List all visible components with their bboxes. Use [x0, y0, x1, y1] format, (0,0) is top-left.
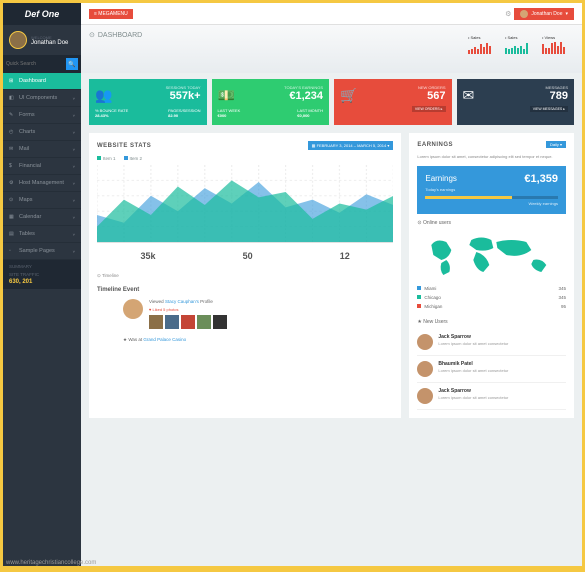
- sparkline: • Sales: [468, 35, 500, 54]
- avatar: [417, 334, 433, 350]
- timeline-toggle[interactable]: ⊙ Timeline: [97, 273, 393, 279]
- sidebar-item-ui-components[interactable]: ◧UI Components˅: [3, 90, 81, 107]
- avatar: [123, 299, 143, 319]
- place-link[interactable]: Grand Palace Casino: [143, 337, 186, 342]
- world-map[interactable]: [417, 230, 566, 280]
- sparkline: • Views: [542, 35, 574, 54]
- search-button[interactable]: 🔍: [66, 58, 78, 70]
- photo-thumb[interactable]: [213, 315, 227, 329]
- earnings-panel: EARNINGS Daily ▾ Lorem ipsum dolor sit a…: [409, 133, 574, 418]
- dashboard-icon: ⊙: [89, 31, 95, 39]
- avatar-icon: [520, 10, 528, 18]
- sidebar-item-mail[interactable]: ✉Mail˅: [3, 141, 81, 158]
- panel-title: WEBSITE STATS: [97, 143, 151, 149]
- username: Jonathan Doe: [31, 40, 68, 46]
- main-content: ≡ MEGAMENU ⚙ Jonathan Doe ▾ ⊙ DASHBOARD …: [81, 3, 582, 566]
- avatar: [417, 361, 433, 377]
- area-chart: [97, 165, 393, 243]
- watermark: www.heritagechristiancollege.com: [6, 560, 96, 566]
- profile-link[interactable]: Stacy Cauphan's: [165, 299, 199, 304]
- map-legend-row: Chicago345: [417, 293, 566, 302]
- menu-icon: $: [9, 163, 15, 169]
- sidebar-item-calendar[interactable]: ▦Calendar˅: [3, 209, 81, 226]
- user-chip[interactable]: Jonathan Doe ▾: [514, 8, 574, 20]
- sidebar-item-forms[interactable]: ✎Forms˅: [3, 107, 81, 124]
- stat-card: 🛒NEW ORDERS567VIEW ORDERS ▸: [334, 79, 452, 125]
- search-box: 🔍: [3, 55, 81, 73]
- menu-icon: ▫: [9, 248, 15, 254]
- website-stats-panel: WEBSITE STATS ▦ FEBRUARY 3, 2014 – MARCH…: [89, 133, 401, 418]
- brand-logo: Def One: [3, 3, 81, 25]
- view-button[interactable]: VIEW ORDERS ▸: [412, 106, 446, 112]
- page-banner: ⊙ DASHBOARD • Sales• Sales• Views: [81, 25, 582, 73]
- search-input[interactable]: [6, 61, 66, 67]
- sidebar: Def One WELCOME Jonathan Doe 🔍 ⊞Dashboar…: [3, 3, 81, 566]
- avatar: [9, 31, 27, 49]
- summary-block: SUMMARY SITE TRAFFIC 630, 201: [3, 260, 81, 289]
- date-range-button[interactable]: ▦ FEBRUARY 3, 2014 – MARCH 5, 2014 ▾: [308, 141, 394, 150]
- photo-thumb[interactable]: [197, 315, 211, 329]
- stat-card: ✉MESSAGES789VIEW MESSAGES ▸: [457, 79, 575, 125]
- menu-icon: ▤: [9, 231, 15, 237]
- view-button[interactable]: VIEW MESSAGES ▸: [530, 106, 568, 112]
- sidebar-item-financial[interactable]: $Financial˅: [3, 158, 81, 175]
- feed-item[interactable]: Jack SparrowLorem ipsum dolor sit amet c…: [417, 383, 566, 410]
- photo-thumb[interactable]: [165, 315, 179, 329]
- stat-card: 💵TODAY'S EARNINGS€1,234LAST WEEK€000LAST…: [212, 79, 330, 125]
- menu-icon: ⚙: [9, 180, 15, 186]
- earnings-card: Earnings €1,359 Today's earnings Weekly …: [417, 166, 566, 214]
- sidebar-item-charts[interactable]: ◴Charts˅: [3, 124, 81, 141]
- megamenu-button[interactable]: ≡ MEGAMENU: [89, 9, 133, 19]
- menu-icon: ✉: [9, 146, 15, 152]
- topbar: ≡ MEGAMENU ⚙ Jonathan Doe ▾: [81, 3, 582, 25]
- sidebar-item-sample-pages[interactable]: ▫Sample Pages˅: [3, 243, 81, 260]
- sidebar-item-dashboard[interactable]: ⊞Dashboard: [3, 73, 81, 90]
- daily-dropdown[interactable]: Daily ▾: [546, 141, 566, 148]
- stat-card: 👥SESSIONS TODAY557k+% BOUNCE RATE28.43%P…: [89, 79, 207, 125]
- menu-icon: ◧: [9, 95, 15, 101]
- sparkline: • Sales: [505, 35, 537, 54]
- menu-icon: ✎: [9, 112, 15, 118]
- menu-icon: ⊞: [9, 78, 15, 84]
- feed-item[interactable]: Jack SparrowLorem ipsum dolor sit amet c…: [417, 329, 566, 356]
- avatar: [417, 388, 433, 404]
- chart-legend: Item 1 Item 2: [97, 156, 393, 161]
- sidebar-item-host-management[interactable]: ⚙Host Management˅: [3, 175, 81, 192]
- map-legend-row: Michigan95: [417, 302, 566, 311]
- menu-icon: ▦: [9, 214, 15, 220]
- photo-thumb[interactable]: [149, 315, 163, 329]
- photo-thumb[interactable]: [181, 315, 195, 329]
- profile-block[interactable]: WELCOME Jonathan Doe: [3, 25, 81, 55]
- map-legend-row: Miami345: [417, 284, 566, 293]
- feed-item[interactable]: Bhaumik PatelLorem ipsum dolor sit amet …: [417, 356, 566, 383]
- menu-icon: ◴: [9, 129, 15, 135]
- sidebar-item-maps[interactable]: ⊙Maps˅: [3, 192, 81, 209]
- menu-icon: ⊙: [9, 197, 15, 203]
- timeline-panel: Timeline Event Viewed Stacy Cauphan's Pr…: [97, 287, 393, 343]
- gear-icon[interactable]: ⚙: [505, 10, 511, 18]
- sidebar-item-tables[interactable]: ▤Tables˅: [3, 226, 81, 243]
